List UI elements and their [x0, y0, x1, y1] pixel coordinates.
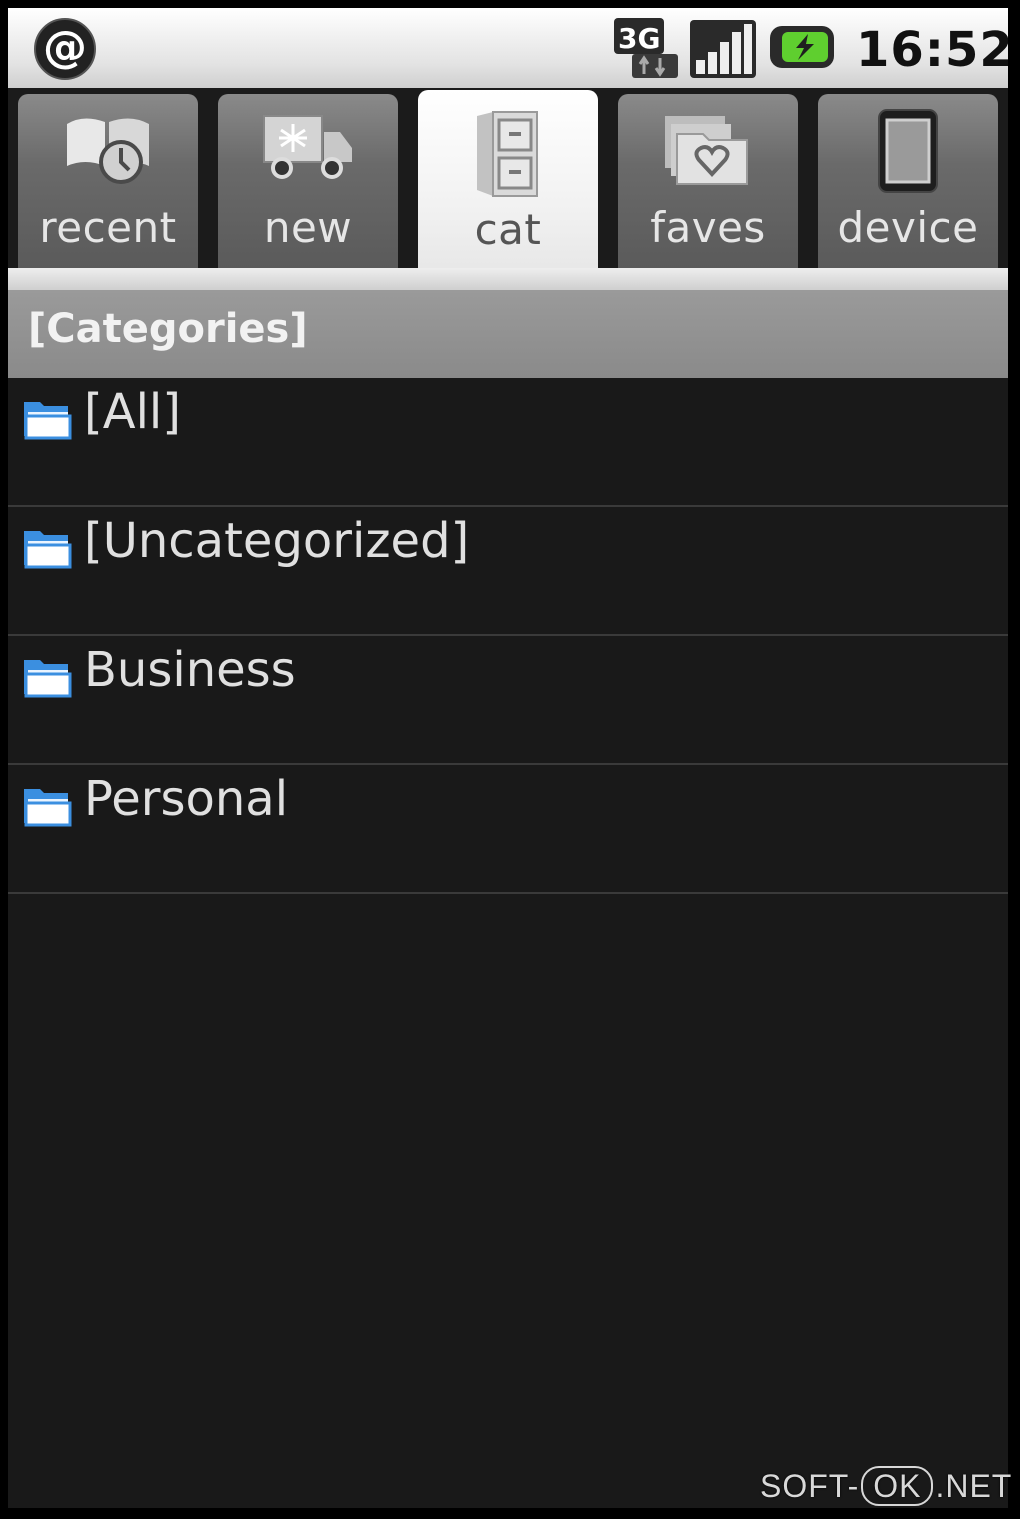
tab-device[interactable]: device: [818, 94, 998, 270]
folder-icon: [24, 660, 72, 698]
status-bar: @ 3G 16:52: [8, 8, 1008, 88]
book-clock-icon: [67, 118, 149, 184]
tab-new[interactable]: new: [218, 94, 398, 270]
tab-underline: [8, 268, 1008, 290]
category-label: Personal: [84, 771, 289, 827]
battery-charging-icon: [770, 26, 834, 68]
network-3g-icon: 3G: [614, 18, 678, 78]
category-label: Business: [84, 642, 296, 698]
tab-label: faves: [650, 203, 766, 252]
watermark: SOFT- OK .NET: [760, 1466, 1013, 1506]
signal-strength-icon: [690, 20, 756, 78]
tab-recent[interactable]: recent: [18, 94, 198, 270]
tab-cat[interactable]: cat: [418, 90, 598, 280]
folder-icon: [24, 531, 72, 569]
heart-folder-icon: [665, 116, 748, 185]
list-item[interactable]: [All]: [8, 378, 1008, 507]
watermark-right: .NET: [935, 1468, 1013, 1504]
folder-icon: [24, 789, 72, 827]
tab-label: cat: [474, 205, 542, 254]
tab-faves[interactable]: faves: [618, 94, 798, 270]
list-item[interactable]: Personal: [8, 765, 1008, 894]
watermark-left: SOFT-: [760, 1468, 860, 1504]
category-list: [All] [Uncategorized] Business Personal: [8, 378, 1008, 894]
watermark-ok: OK: [861, 1466, 934, 1506]
tab-label: new: [263, 203, 353, 252]
tab-bar: recent new cat faves device: [8, 88, 1008, 290]
clock: 16:52: [856, 22, 1008, 78]
at-sign-icon: @: [34, 18, 96, 80]
folder-icon: [24, 402, 72, 440]
category-label: [Uncategorized]: [84, 513, 470, 569]
tab-label: device: [837, 203, 979, 252]
app-screen: @ 3G 16:52 recent new cat faves device […: [8, 8, 1008, 1508]
phone-device-icon: [878, 109, 938, 193]
section-header: [Categories]: [8, 290, 1008, 378]
filing-cabinet-icon: [477, 111, 538, 197]
section-title: [Categories]: [28, 306, 308, 352]
list-item[interactable]: Business: [8, 636, 1008, 765]
category-label: [All]: [84, 384, 181, 440]
network-type-label: 3G: [618, 22, 660, 55]
delivery-truck-icon: [263, 115, 352, 179]
tab-label: recent: [39, 203, 177, 252]
list-item[interactable]: [Uncategorized]: [8, 507, 1008, 636]
